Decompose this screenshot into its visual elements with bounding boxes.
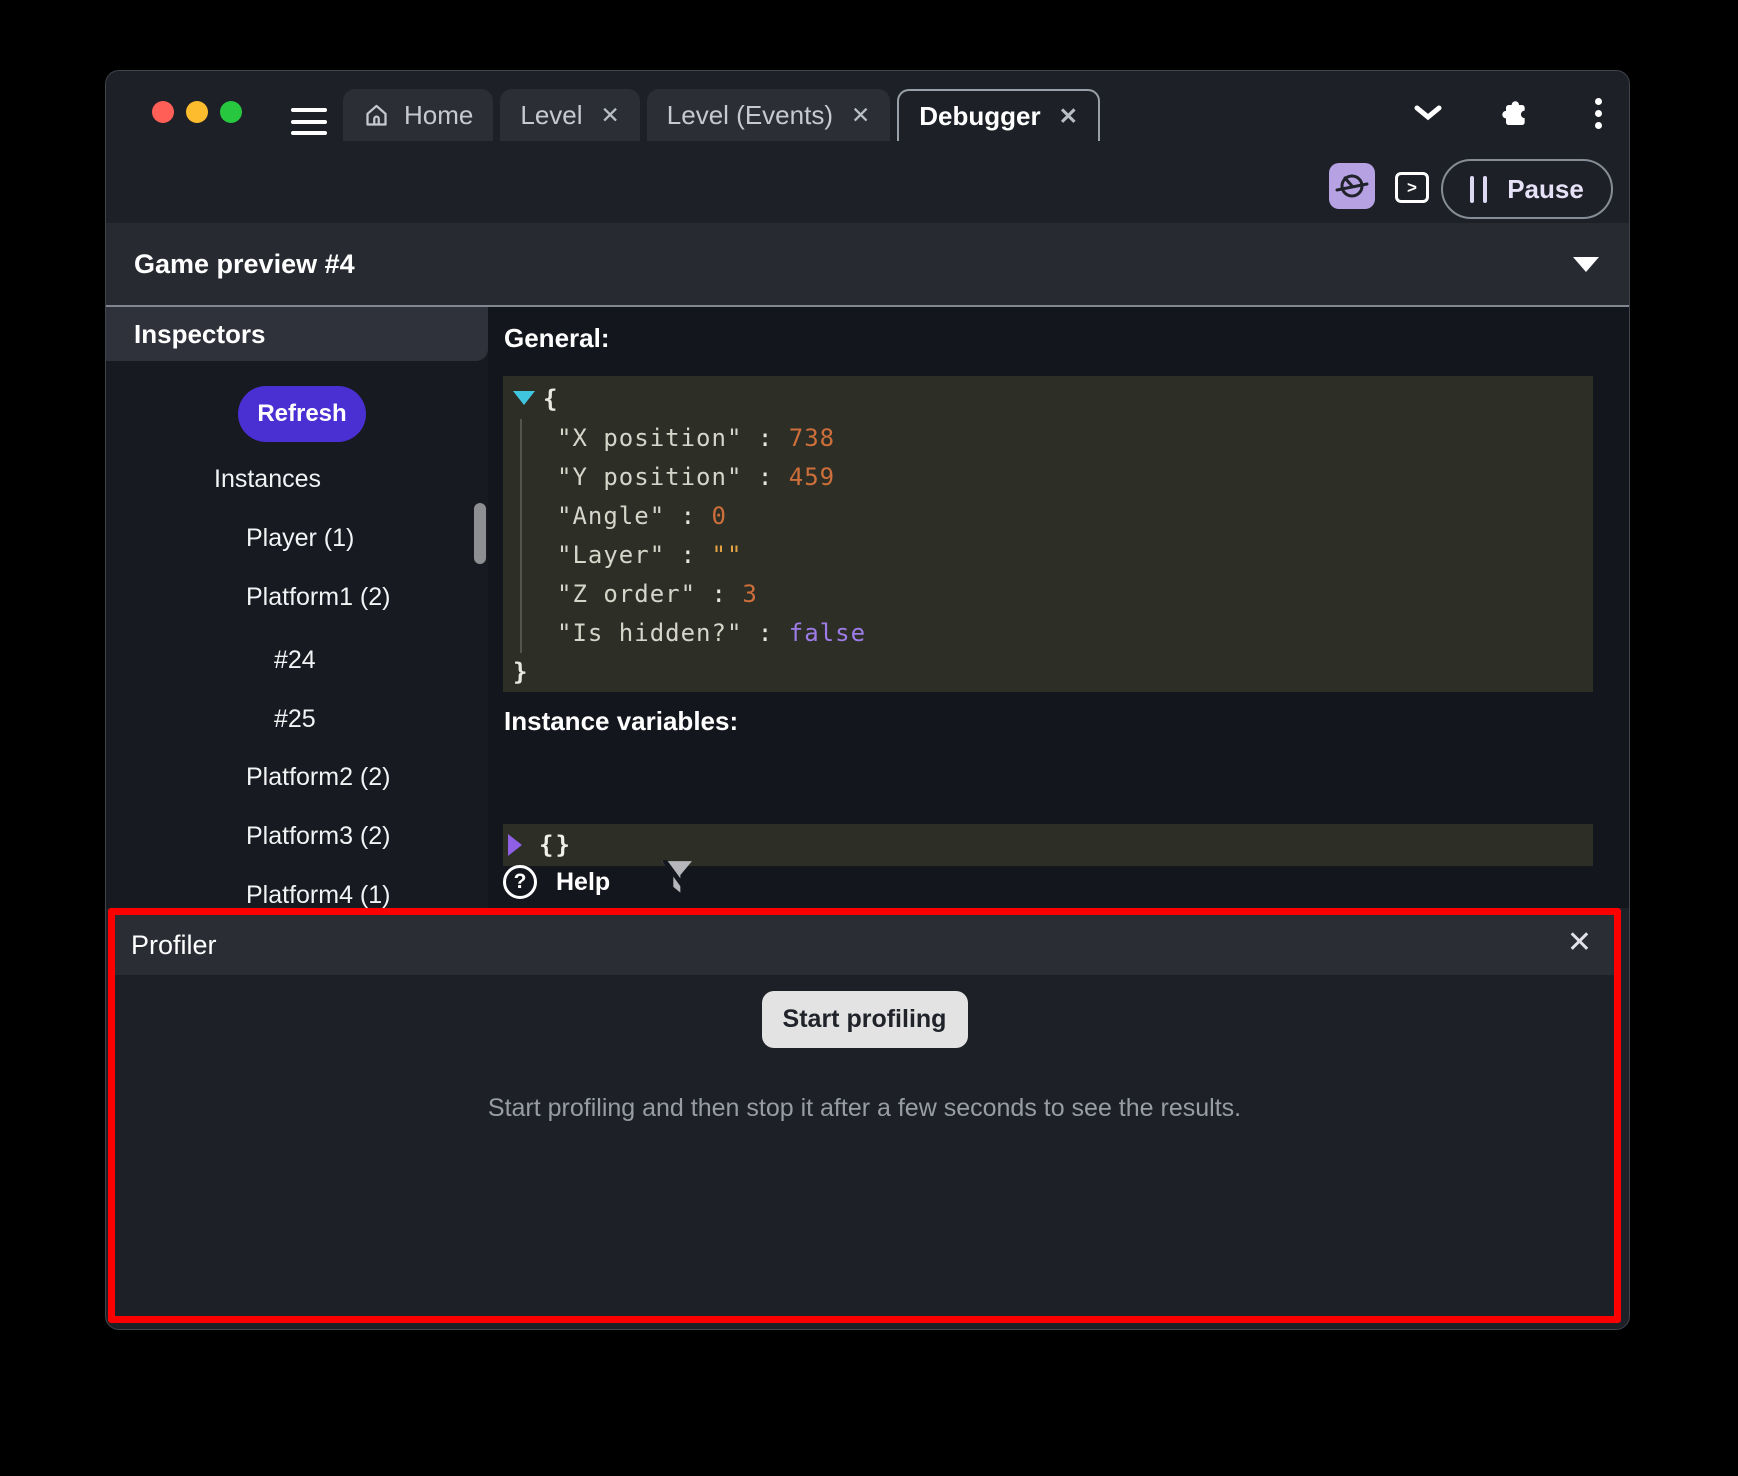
json-value: 459 [789,463,835,491]
game-preview-selector[interactable]: Game preview #4 [106,223,1629,305]
pause-label: Pause [1507,174,1584,205]
inspectors-sidebar: Inspectors Refresh Instances Player (1) … [106,307,488,908]
json-row: Layer"" [557,536,1593,575]
tab-label: Debugger [919,101,1040,132]
instance-variables-value: {} [539,831,572,859]
tab-level[interactable]: Level ✕ [500,89,639,141]
inspectors-header: Inspectors [106,307,488,361]
profiler-title: Profiler [131,930,217,961]
help-icon: ? [503,865,537,899]
general-json-view: { X position738 Y position459 Angle0 Lay… [503,376,1593,692]
tab-bar: Home Level ✕ Level (Events) ✕ Debugger ✕ [343,89,1100,141]
help-row: ? Help [503,863,696,901]
instance-item-25[interactable]: #25 [274,705,316,734]
debugger-toolbar: > Pause [106,141,1629,223]
app-window: Home Level ✕ Level (Events) ✕ Debugger ✕ [105,70,1630,1330]
close-icon[interactable]: ✕ [851,102,870,129]
instance-item-24[interactable]: #24 [274,646,316,675]
close-window-button[interactable] [152,101,174,123]
instances-label[interactable]: Instances [214,465,321,494]
pause-button[interactable]: Pause [1441,159,1613,219]
json-row: Is hidden?false [557,614,1593,653]
json-value: 0 [712,502,727,530]
dropdown-arrow-icon [1573,257,1599,272]
json-rows: X position738 Y position459 Angle0 Layer… [520,419,1593,653]
json-row: X position738 [557,419,1593,458]
tab-label: Level [520,100,582,131]
sidebar-scrollbar[interactable] [474,503,486,564]
tab-label: Level (Events) [667,100,833,131]
json-row: Angle0 [557,497,1593,536]
home-icon [363,102,390,129]
pause-icon [1470,176,1487,203]
minimize-window-button[interactable] [186,101,208,123]
maximize-window-button[interactable] [220,101,242,123]
hamburger-menu-icon[interactable] [291,108,327,135]
close-icon[interactable]: ✕ [1567,925,1592,960]
tab-debugger[interactable]: Debugger ✕ [897,89,1100,141]
expand-triangle-icon[interactable] [513,391,535,405]
chevron-down-icon[interactable] [1406,93,1450,133]
instance-item-platform3[interactable]: Platform3 (2) [246,822,390,851]
instance-variables-title: Instance variables: [504,706,738,737]
profiler-panel: Profiler ✕ Start profiling Start profili… [108,908,1621,1323]
json-value: 3 [742,580,757,608]
inspector-detail-panel: General: { X position738 Y position459 A… [488,307,1630,908]
tab-level-events[interactable]: Level (Events) ✕ [647,89,890,141]
start-profiling-button[interactable]: Start profiling [762,991,968,1048]
close-icon[interactable]: ✕ [601,102,620,129]
json-close-line: } [513,653,1593,692]
filter-off-icon[interactable] [660,860,696,905]
general-title: General: [504,323,610,354]
profiler-description: Start profiling and then stop it after a… [115,1094,1614,1123]
collapsed-triangle-icon[interactable] [508,834,522,856]
tab-label: Home [404,100,473,131]
kebab-menu-icon[interactable] [1576,93,1620,133]
help-button[interactable]: ? Help [503,865,610,899]
json-row: Z order3 [557,575,1593,614]
json-value: 738 [789,424,835,452]
puzzle-extension-icon[interactable] [1492,93,1536,133]
titlebar: Home Level ✕ Level (Events) ✕ Debugger ✕ [106,71,1629,141]
traffic-lights [152,101,242,123]
json-row: Y position459 [557,458,1593,497]
refresh-button[interactable]: Refresh [238,386,366,442]
console-icon[interactable]: > [1395,172,1429,203]
json-value: "" [712,541,743,569]
debugger-speed-icon[interactable] [1329,163,1375,209]
json-root-line: { [513,380,1593,419]
game-preview-label: Game preview #4 [134,249,355,280]
json-value: false [789,619,866,647]
instance-item-platform1[interactable]: Platform1 (2) [246,583,390,612]
instance-item-platform2[interactable]: Platform2 (2) [246,763,390,792]
close-icon[interactable]: ✕ [1059,103,1078,130]
instance-item-player[interactable]: Player (1) [246,524,354,553]
profiler-header: Profiler ✕ [115,915,1614,975]
instance-item-platform4[interactable]: Platform4 (1) [246,881,390,910]
help-label: Help [556,868,610,897]
tab-home[interactable]: Home [343,89,493,141]
inspectors-title: Inspectors [134,319,266,350]
